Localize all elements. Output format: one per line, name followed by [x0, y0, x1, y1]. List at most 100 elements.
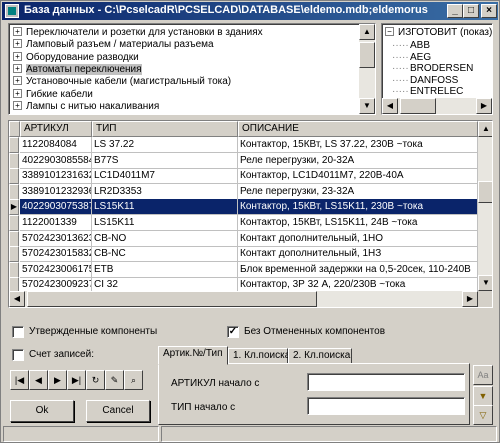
- cell-desc[interactable]: Контакт дополнительный, 1НО: [238, 230, 478, 247]
- filter-clear-icon[interactable]: ▽: [473, 405, 493, 425]
- scroll-left-icon[interactable]: ◀: [9, 291, 25, 307]
- close-button[interactable]: ×: [481, 4, 497, 18]
- minimize-button[interactable]: _: [447, 4, 463, 18]
- expand-icon[interactable]: +: [13, 51, 22, 61]
- cell-type[interactable]: LC1D4011M7: [92, 168, 238, 185]
- table-row[interactable]: 5702423015832 CB-NC Контакт дополнительный…: [9, 246, 478, 263]
- cell-desc[interactable]: Контакт дополнительный, 1НЗ: [238, 246, 478, 263]
- cell-desc[interactable]: Контактор, 15КВт, LS15K11, 230В ~тока: [238, 199, 478, 216]
- expand-icon[interactable]: +: [13, 88, 22, 98]
- cell-article[interactable]: 4022903075387: [20, 199, 92, 216]
- manufacturer-item[interactable]: ····· DANFOSS: [392, 75, 458, 87]
- cell-desc[interactable]: Контактор, 15КВт, LS15K11, 24В ~тока: [238, 215, 478, 231]
- expand-icon[interactable]: +: [13, 100, 22, 110]
- cell-desc[interactable]: Реле перегрузки, 23-32А: [238, 183, 478, 200]
- expand-icon[interactable]: +: [13, 39, 22, 49]
- column-header-article[interactable]: АРТИКУЛ: [20, 121, 92, 137]
- cell-article[interactable]: 5702423013623: [20, 230, 92, 247]
- scroll-thumb[interactable]: [478, 181, 492, 203]
- cell-article[interactable]: 3389101231632: [20, 168, 92, 185]
- table-row[interactable]: ▶ 4022903075387 LS15K11 Контактор, 15КВт, L…: [9, 199, 478, 216]
- cell-article[interactable]: 5702423015832: [20, 246, 92, 263]
- search-tab[interactable]: 2. Кл.поиска: [288, 348, 352, 364]
- component-grid[interactable]: АРТИКУЛ ТИП ОПИСАНИЕ 1122084084 LS 37.22 К…: [8, 120, 493, 308]
- grid-hscrollbar[interactable]: ◀ ▶: [9, 291, 478, 307]
- edit-icon[interactable]: ✎: [105, 370, 124, 390]
- first-record-icon[interactable]: |◀: [10, 370, 29, 390]
- prev-record-icon[interactable]: ◀: [29, 370, 48, 390]
- category-item[interactable]: + Лампы с нитью накаливания: [13, 100, 159, 113]
- row-indicator[interactable]: [9, 183, 19, 200]
- table-row[interactable]: 1122084084 LS 37.22 Контактор, 15КВт, LS 3…: [9, 137, 478, 153]
- scroll-right-icon[interactable]: ▶: [462, 291, 478, 307]
- cell-article[interactable]: 1122084084: [20, 137, 92, 153]
- row-indicator[interactable]: [9, 230, 19, 247]
- no-cancelled-components-checkbox[interactable]: ✓: [227, 326, 239, 338]
- column-header-type[interactable]: ТИП: [92, 121, 238, 137]
- cell-type[interactable]: LS 37.22: [92, 137, 238, 153]
- cell-article[interactable]: 1122001339: [20, 215, 92, 231]
- table-row[interactable]: 3389101232936 LR2D3353 Реле перегрузки, 23…: [9, 183, 478, 200]
- scroll-thumb[interactable]: [359, 42, 375, 68]
- expand-icon[interactable]: +: [13, 63, 22, 73]
- cell-type[interactable]: ETB: [92, 261, 238, 278]
- scroll-down-icon[interactable]: ▼: [478, 275, 492, 291]
- category-item[interactable]: + Оборудование разводки: [13, 51, 139, 64]
- cell-desc[interactable]: Контактор, LC1D4011M7, 220В-40А: [238, 168, 478, 185]
- article-starts-input[interactable]: [307, 373, 465, 391]
- cancel-button[interactable]: Cancel: [86, 400, 150, 422]
- maximize-button[interactable]: □: [463, 4, 479, 18]
- manufacturer-item[interactable]: ····· AEG: [392, 52, 431, 64]
- title-bar[interactable]: База данных - C:\PcselcadR\PCSELCAD\DATA…: [2, 2, 498, 20]
- ok-button[interactable]: Ok: [10, 400, 74, 422]
- scroll-up-icon[interactable]: ▲: [359, 24, 375, 40]
- cell-desc[interactable]: Реле перегрузки, 20-32А: [238, 152, 478, 169]
- search-tab[interactable]: Артик.№/Тип: [158, 346, 228, 365]
- row-indicator[interactable]: [9, 246, 19, 263]
- category-item[interactable]: + Ламповый разъем / материалы разъема: [13, 39, 214, 51]
- cell-type[interactable]: B77S: [92, 152, 238, 169]
- category-item[interactable]: + Автоматы переключения: [13, 63, 142, 76]
- cell-article[interactable]: 4022903085584: [20, 152, 92, 169]
- scroll-up-icon[interactable]: ▲: [478, 121, 492, 137]
- row-indicator[interactable]: [9, 261, 19, 278]
- scroll-thumb[interactable]: [27, 291, 317, 307]
- collapse-icon[interactable]: −: [385, 27, 394, 36]
- refresh-icon[interactable]: ↻: [86, 370, 105, 390]
- cell-type[interactable]: LS15K11: [92, 199, 238, 216]
- scroll-right-icon[interactable]: ▶: [476, 98, 492, 114]
- expand-icon[interactable]: +: [13, 27, 22, 36]
- manufacturer-root[interactable]: − ИЗГОТОВИТ (показ): [385, 27, 492, 39]
- row-indicator[interactable]: [9, 168, 19, 185]
- cell-type[interactable]: CB-NO: [92, 230, 238, 247]
- category-item[interactable]: + Гибкие кабели: [13, 88, 93, 101]
- cell-desc[interactable]: Блок временной задержки на 0,5-20сек, 11…: [238, 261, 478, 278]
- case-toggle-icon[interactable]: Aa: [473, 365, 493, 385]
- expand-icon[interactable]: +: [13, 76, 22, 86]
- scroll-left-icon[interactable]: ◀: [382, 98, 398, 114]
- manufacturer-item[interactable]: ····· BRODERSEN: [392, 63, 473, 75]
- row-indicator[interactable]: ▶: [9, 199, 19, 216]
- category-item[interactable]: + Установочные кабели (магистральный тока…: [13, 76, 231, 88]
- next-record-icon[interactable]: ▶: [48, 370, 67, 390]
- category-item[interactable]: + Переключатели и розетки для установки в…: [13, 27, 263, 39]
- table-row[interactable]: 5702423013623 CB-NO Контакт дополнительный…: [9, 230, 478, 247]
- row-indicator[interactable]: [9, 152, 19, 169]
- table-row[interactable]: 4022903085584 B77S Реле перегрузки, 20-32А: [9, 152, 478, 169]
- cell-desc[interactable]: Контактор, 15КВт, LS 37.22, 230В ~тока: [238, 137, 478, 153]
- manufacturer-item[interactable]: ····· ENTRELEC: [392, 86, 463, 98]
- grid-vscrollbar[interactable]: ▲ ▼: [478, 121, 492, 291]
- table-row[interactable]: 5702423006175 ETB Блок временной задержки …: [9, 261, 478, 278]
- cell-article[interactable]: 3389101232936: [20, 183, 92, 200]
- filter-apply-icon[interactable]: ▼: [473, 386, 493, 406]
- record-count-checkbox[interactable]: [12, 349, 24, 361]
- search-tab[interactable]: 1. Кл.поиска: [228, 348, 290, 364]
- row-indicator[interactable]: [9, 137, 19, 153]
- manufacturer-tree[interactable]: − ИЗГОТОВИТ (показ) ····· ABB ····· AEG ·····…: [381, 23, 493, 115]
- category-tree-scrollbar[interactable]: ▲ ▼: [359, 24, 375, 114]
- last-record-icon[interactable]: ▶|: [67, 370, 86, 390]
- scroll-down-icon[interactable]: ▼: [359, 98, 375, 114]
- category-tree[interactable]: + Переключатели и розетки для установки в…: [8, 23, 376, 115]
- table-row[interactable]: 1122001339 LS15K11 Контактор, 15КВт, LS15K…: [9, 215, 478, 231]
- table-row[interactable]: 3389101231632 LC1D4011M7 Контактор, LC1D40…: [9, 168, 478, 185]
